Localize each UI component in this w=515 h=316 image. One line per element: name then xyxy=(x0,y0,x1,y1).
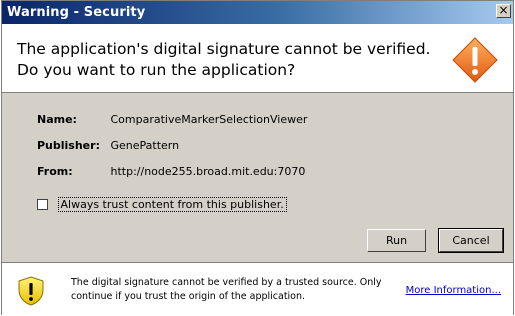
more-information-link[interactable]: More Information... xyxy=(406,285,501,296)
name-value: ComparativeMarkerSelectionViewer xyxy=(110,113,308,126)
warning-message: The application's digital signature cann… xyxy=(17,39,430,81)
trust-publisher-checkbox[interactable] xyxy=(37,199,48,210)
header-panel: The application's digital signature cann… xyxy=(2,24,513,93)
name-row: Name: ComparativeMarkerSelectionViewer xyxy=(37,113,307,126)
window-title: Warning - Security xyxy=(7,5,146,20)
shield-warning-icon xyxy=(18,276,44,306)
title-bar[interactable]: Warning - Security × xyxy=(2,1,513,24)
trust-publisher-label[interactable]: Always trust content from this publisher… xyxy=(57,197,287,212)
footer-message: The digital signature cannot be verified… xyxy=(71,277,382,302)
cancel-button[interactable]: Cancel xyxy=(438,228,504,253)
from-value: http://node255.broad.mit.edu:7070 xyxy=(110,165,306,178)
name-label: Name: xyxy=(37,113,77,126)
run-button[interactable]: Run xyxy=(367,229,426,252)
warning-message-line2: Do you want to run the application? xyxy=(17,61,296,79)
security-warning-dialog: Warning - Security × The application's d… xyxy=(1,0,514,316)
trust-publisher-option[interactable]: Always trust content from this publisher… xyxy=(37,197,287,212)
from-label: From: xyxy=(37,165,73,178)
from-row: From: http://node255.broad.mit.edu:7070 xyxy=(37,165,305,178)
publisher-label: Publisher: xyxy=(37,139,100,152)
close-button[interactable]: × xyxy=(496,4,511,18)
warning-message-line1: The application's digital signature cann… xyxy=(17,40,431,58)
warning-diamond-icon xyxy=(452,37,498,83)
publisher-row: Publisher: GenePattern xyxy=(37,139,179,152)
footer-panel: The digital signature cannot be verified… xyxy=(2,262,513,316)
publisher-value: GenePattern xyxy=(110,139,180,152)
